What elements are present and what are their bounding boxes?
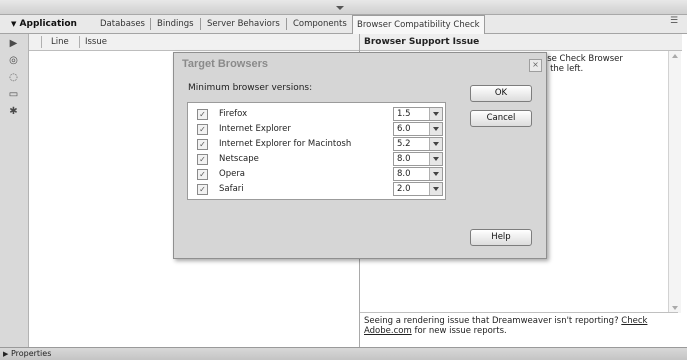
gear-icon[interactable]: ✱ [7, 105, 20, 118]
panel-options-icon[interactable]: ☰ [670, 16, 684, 32]
comment-icon[interactable]: ◌ [7, 71, 20, 84]
results-header: Line Issue [29, 34, 359, 51]
browser-checkbox[interactable]: ✓ [197, 184, 208, 195]
version-value: 8.0 [397, 154, 411, 164]
tab-server-behaviors[interactable]: Server Behaviors [207, 15, 280, 33]
chevron-down-icon[interactable] [429, 108, 442, 120]
browser-name: Internet Explorer [219, 124, 291, 134]
expand-triangle-icon: ▶ [3, 350, 9, 358]
collapse-arrow-icon[interactable] [336, 6, 344, 10]
page-icon[interactable]: ▭ [7, 88, 20, 101]
browser-list: ✓ Firefox 1.5 ✓ Internet Explorer 6.0 ✓ … [187, 102, 446, 200]
chevron-down-icon[interactable] [429, 138, 442, 150]
chevron-down-icon[interactable] [429, 168, 442, 180]
issue-scrollbar[interactable] [668, 51, 681, 313]
chevron-down-icon[interactable] [429, 123, 442, 135]
help-button[interactable]: Help [470, 229, 532, 246]
expand-triangle-icon: ▼ [11, 20, 17, 28]
properties-label[interactable]: ▶ Properties [3, 348, 51, 360]
browser-row: ✓ Safari 2.0 [188, 182, 445, 196]
issue-footer: Seeing a rendering issue that Dreamweave… [360, 312, 678, 348]
properties-bar[interactable]: ▶ Properties [0, 347, 687, 360]
version-value: 1.5 [397, 109, 411, 119]
footer-text: Seeing a rendering issue that Dreamweave… [364, 316, 619, 326]
play-icon[interactable]: ▶ [7, 37, 20, 50]
browser-checkbox[interactable]: ✓ [197, 109, 208, 120]
browser-name: Safari [219, 184, 244, 194]
browser-name: Opera [219, 169, 246, 179]
version-select[interactable]: 8.0 [393, 167, 443, 181]
browser-row: ✓ Internet Explorer 6.0 [188, 122, 445, 136]
scroll-up-icon[interactable] [672, 54, 678, 58]
version-value: 6.0 [397, 124, 411, 134]
version-select[interactable]: 8.0 [393, 152, 443, 166]
footer-tail-text: for new issue reports. [414, 326, 507, 336]
ok-button[interactable]: OK [470, 85, 532, 102]
panel-group-title: Application [19, 19, 77, 29]
column-separator [41, 36, 42, 48]
column-separator [79, 36, 80, 48]
panel-group-toggle[interactable]: ▼ Application [11, 15, 77, 33]
circle-icon[interactable]: ◎ [7, 54, 20, 67]
browser-name: Internet Explorer for Macintosh [219, 139, 352, 149]
tab-separator [150, 18, 151, 30]
properties-title: Properties [10, 349, 52, 358]
browser-name: Firefox [219, 109, 248, 119]
browser-checkbox[interactable]: ✓ [197, 124, 208, 135]
tab-browser-compatibility-check[interactable]: Browser Compatibility Check [352, 15, 485, 34]
footer-message: Seeing a rendering issue that Dreamweave… [364, 316, 664, 336]
column-header-line[interactable]: Line [51, 34, 69, 50]
tab-databases[interactable]: Databases [100, 15, 145, 33]
check-link[interactable]: Check [621, 316, 647, 326]
chevron-down-icon[interactable] [429, 183, 442, 195]
tab-separator [200, 18, 201, 30]
panel-tab-bar: ▼ Application Databases Bindings Server … [0, 15, 687, 34]
tab-separator [286, 18, 287, 30]
version-value: 2.0 [397, 184, 411, 194]
issue-pane-title: Browser Support Issue [360, 34, 682, 51]
scroll-down-icon[interactable] [672, 306, 678, 310]
close-icon[interactable]: × [529, 59, 542, 72]
browser-checkbox[interactable]: ✓ [197, 139, 208, 150]
version-value: 8.0 [397, 169, 411, 179]
version-select[interactable]: 1.5 [393, 107, 443, 121]
browser-checkbox[interactable]: ✓ [197, 154, 208, 165]
browser-row: ✓ Netscape 8.0 [188, 152, 445, 166]
version-value: 5.2 [397, 139, 411, 149]
chevron-down-icon[interactable] [429, 153, 442, 165]
version-select[interactable]: 5.2 [393, 137, 443, 151]
browser-row: ✓ Firefox 1.5 [188, 107, 445, 121]
min-versions-label: Minimum browser versions: [188, 83, 313, 93]
dialog-title: Target Browsers [182, 58, 268, 70]
left-toolbar: ▶ ◎ ◌ ▭ ✱ [0, 34, 29, 347]
browser-name: Netscape [219, 154, 259, 164]
column-header-issue[interactable]: Issue [85, 34, 107, 50]
adobe-com-link[interactable]: Adobe.com [364, 326, 412, 336]
browser-row: ✓ Opera 8.0 [188, 167, 445, 181]
cancel-button[interactable]: Cancel [470, 110, 532, 127]
browser-checkbox[interactable]: ✓ [197, 169, 208, 180]
target-browsers-dialog: Target Browsers × Minimum browser versio… [173, 52, 547, 259]
version-select[interactable]: 2.0 [393, 182, 443, 196]
browser-row: ✓ Internet Explorer for Macintosh 5.2 [188, 137, 445, 151]
tab-bindings[interactable]: Bindings [157, 15, 194, 33]
tab-components[interactable]: Components [293, 15, 347, 33]
top-strip [0, 0, 687, 15]
version-select[interactable]: 6.0 [393, 122, 443, 136]
